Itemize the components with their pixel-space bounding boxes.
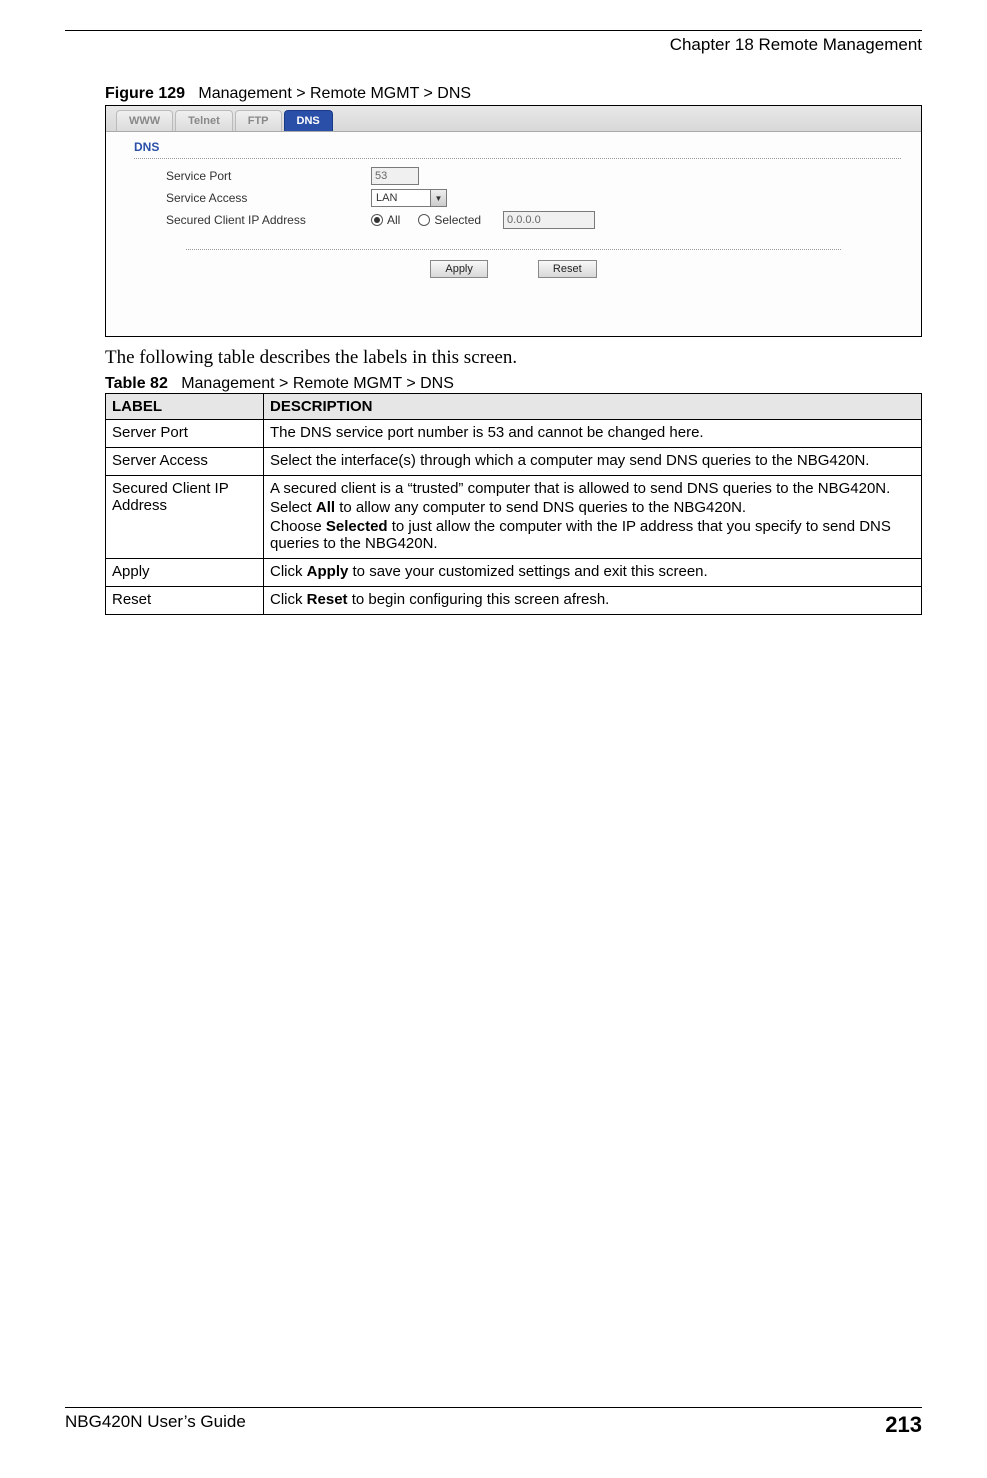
row-secured-ip: Secured Client IP Address All Selected (166, 209, 921, 231)
chevron-down-icon: ▼ (430, 190, 446, 206)
row-service-access: Service Access LAN ▼ (166, 187, 921, 209)
panel-title: DNS (106, 132, 921, 158)
table-title: Management > Remote MGMT > DNS (181, 375, 454, 392)
table-cell-label: Apply (106, 559, 264, 587)
table-row: Reset Click Reset to begin configuring th… (106, 587, 922, 615)
button-row: Apply Reset (106, 260, 921, 278)
footer: NBG420N User’s Guide 213 (65, 1407, 922, 1438)
description-table: LABEL DESCRIPTION Server Port The DNS ser… (105, 393, 922, 615)
table-cell-description: Click Apply to save your customized sett… (264, 559, 922, 587)
table-cell-label: Server Access (106, 448, 264, 476)
apply-button[interactable]: Apply (430, 260, 488, 278)
radio-selected-label: Selected (434, 213, 481, 227)
figure-label: Figure 129 (105, 85, 185, 102)
footer-guide: NBG420N User’s Guide (65, 1412, 246, 1438)
form-area: Service Port Service Access LAN ▼ Secure… (106, 159, 921, 231)
table-row: Secured Client IP Address A secured clien… (106, 476, 922, 559)
figure-caption: Figure 129 Management > Remote MGMT > DN… (105, 85, 922, 103)
tab-www[interactable]: WWW (116, 110, 173, 131)
table-row: Server Port The DNS service port number i… (106, 420, 922, 448)
radio-all-label: All (387, 213, 400, 227)
service-port-input[interactable] (371, 167, 419, 185)
table-cell-label: Server Port (106, 420, 264, 448)
description-paragraph: The DNS service port number is 53 and ca… (270, 424, 915, 441)
service-access-select[interactable]: LAN ▼ (371, 189, 447, 207)
label-service-access: Service Access (166, 191, 371, 205)
tab-telnet[interactable]: Telnet (175, 110, 233, 131)
table-cell-description: The DNS service port number is 53 and ca… (264, 420, 922, 448)
description-paragraph: Click Apply to save your customized sett… (270, 563, 915, 580)
tab-dns[interactable]: DNS (284, 110, 333, 131)
label-secured-ip: Secured Client IP Address (166, 213, 371, 227)
table-label: Table 82 (105, 375, 168, 392)
table-cell-description: A secured client is a “trusted” computer… (264, 476, 922, 559)
chapter-title: Chapter 18 Remote Management (65, 35, 922, 55)
row-service-port: Service Port (166, 165, 921, 187)
tab-ftp[interactable]: FTP (235, 110, 282, 131)
table-cell-label: Reset (106, 587, 264, 615)
secured-ip-input[interactable] (503, 211, 595, 229)
description-paragraph: Select All to allow any computer to send… (270, 499, 915, 516)
body-text: The following table describes the labels… (105, 347, 922, 369)
dotted-separator (186, 249, 841, 250)
footer-rule (65, 1407, 922, 1408)
header-rule (65, 30, 922, 31)
screenshot-figure: WWW Telnet FTP DNS DNS Service Port Serv… (105, 105, 922, 337)
radio-all[interactable] (371, 214, 383, 226)
tab-bar: WWW Telnet FTP DNS (106, 106, 921, 132)
description-paragraph: Click Reset to begin configuring this sc… (270, 591, 915, 608)
radio-selected[interactable] (418, 214, 430, 226)
figure-title: Management > Remote MGMT > DNS (198, 85, 471, 102)
table-header-label: LABEL (106, 394, 264, 420)
table-cell-description: Select the interface(s) through which a … (264, 448, 922, 476)
description-paragraph: A secured client is a “trusted” computer… (270, 480, 915, 497)
page-number: 213 (885, 1412, 922, 1438)
service-access-value: LAN (372, 192, 430, 204)
label-service-port: Service Port (166, 169, 371, 183)
table-cell-label: Secured Client IP Address (106, 476, 264, 559)
table-row: Apply Click Apply to save your customized… (106, 559, 922, 587)
reset-button[interactable]: Reset (538, 260, 597, 278)
table-caption: Table 82 Management > Remote MGMT > DNS (105, 375, 922, 393)
table-cell-description: Click Reset to begin configuring this sc… (264, 587, 922, 615)
description-paragraph: Choose Selected to just allow the comput… (270, 518, 915, 552)
table-header-description: DESCRIPTION (264, 394, 922, 420)
description-paragraph: Select the interface(s) through which a … (270, 452, 915, 469)
table-row: Server Access Select the interface(s) thr… (106, 448, 922, 476)
